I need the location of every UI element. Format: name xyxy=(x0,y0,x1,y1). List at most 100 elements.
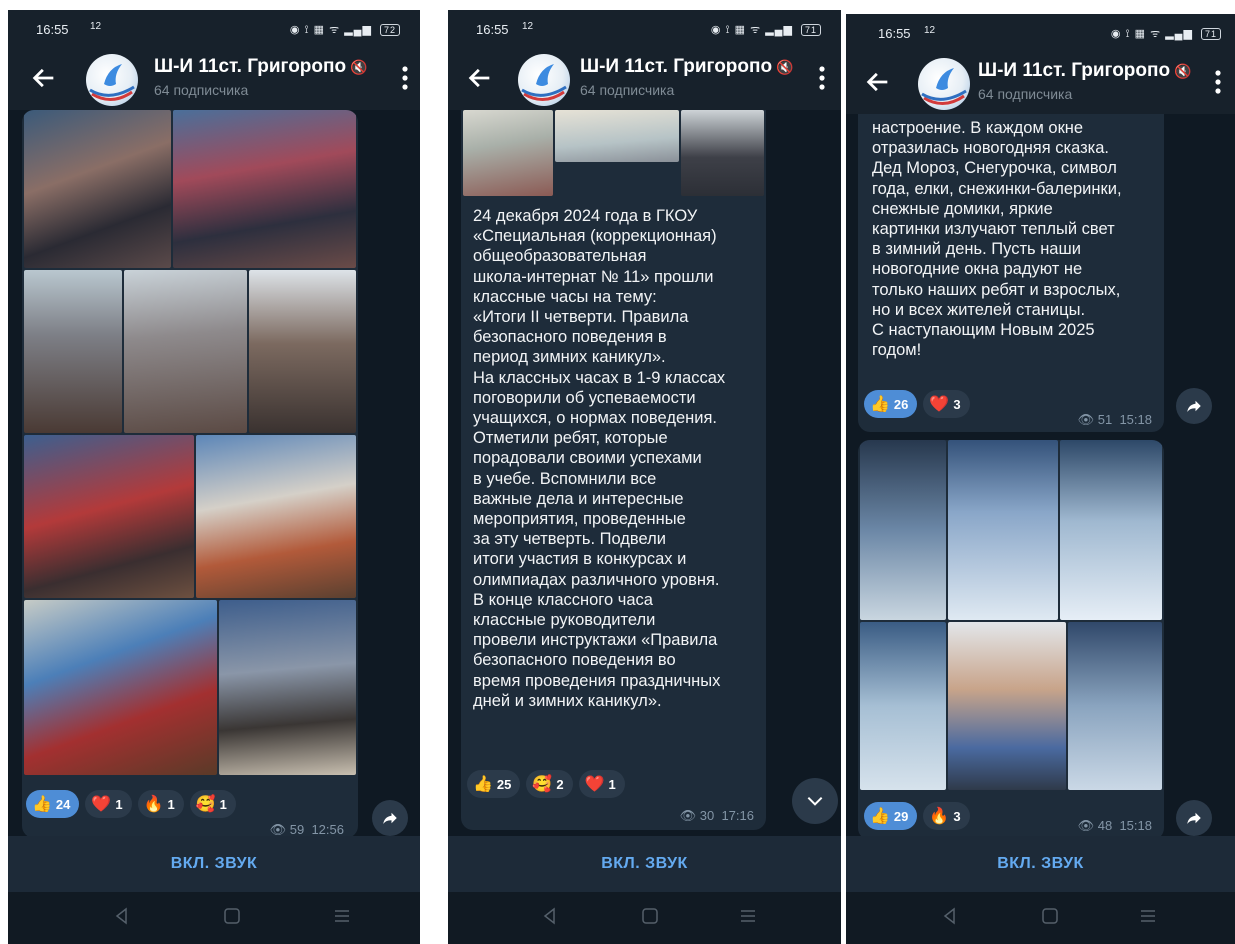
subscriber-count: 64 подписчика xyxy=(580,82,675,98)
reaction-count: 3 xyxy=(953,396,961,412)
thumbs-up-icon: 👍 xyxy=(473,776,493,793)
photo[interactable] xyxy=(948,622,1066,790)
post-meta: 👁 51 15:18 xyxy=(1078,412,1152,428)
reaction-thumbs-up[interactable]: 👍 29 xyxy=(864,802,918,830)
nav-back-icon[interactable] xyxy=(540,906,560,926)
channel-avatar[interactable] xyxy=(86,54,138,106)
nav-home-icon[interactable] xyxy=(640,906,660,926)
enable-sound-button[interactable]: ВКЛ. ЗВУК xyxy=(601,855,688,873)
view-count: 51 xyxy=(1097,412,1113,427)
sound-bar: ВКЛ. ЗВУК xyxy=(448,836,841,892)
views-icon: 👁 xyxy=(1077,412,1095,427)
nav-home-icon[interactable] xyxy=(1040,906,1060,926)
more-menu-icon[interactable] xyxy=(396,62,414,94)
photo[interactable] xyxy=(463,110,553,196)
message-feed[interactable]: 24 декабря 2024 года в ГКОУ «Специальная… xyxy=(448,110,841,836)
share-arrow-icon xyxy=(1187,812,1201,824)
channel-title[interactable]: Ш-И 11ст. Григоропо 🔇 xyxy=(154,56,368,78)
phone-screen-1: 16:55 12 ◉ ⟟ ▦ ᯤ ▂▄▆ 72 Ш-И 11ст. Григор… xyxy=(8,10,420,944)
photo[interactable] xyxy=(681,110,764,196)
photo[interactable] xyxy=(24,110,171,268)
nav-menu-icon[interactable] xyxy=(1138,906,1158,926)
nav-menu-icon[interactable] xyxy=(332,906,352,926)
views-icon: 👁 xyxy=(1077,818,1095,833)
photo[interactable] xyxy=(219,600,356,775)
post-time: 17:16 xyxy=(721,808,754,823)
reaction-fire[interactable]: 🔥 3 xyxy=(923,802,970,830)
heart-icon: ❤️ xyxy=(929,396,950,413)
status-temp: 12 xyxy=(924,25,936,36)
muted-icon: 🔇 xyxy=(776,59,794,75)
reaction-thumbs-up[interactable]: 👍 26 xyxy=(864,390,918,418)
reaction-fire[interactable]: 🔥 1 xyxy=(137,790,184,818)
reactions-bar: 👍 24 ❤️ 1 🔥 1 🥰 1 xyxy=(26,790,236,818)
reaction-heart[interactable]: ❤️ 1 xyxy=(578,770,625,798)
enable-sound-button[interactable]: ВКЛ. ЗВУК xyxy=(171,855,258,873)
post-text: настроение. В каждом окне отразилась нов… xyxy=(872,119,1122,360)
nav-back-icon[interactable] xyxy=(112,906,132,926)
photo[interactable] xyxy=(860,440,946,620)
fire-icon: 🔥 xyxy=(929,808,950,825)
back-arrow-icon[interactable] xyxy=(864,68,892,96)
photo[interactable] xyxy=(1068,622,1162,790)
photo[interactable] xyxy=(1060,440,1162,620)
photo-album-post: 👍 24 ❤️ 1 🔥 1 🥰 1 👁 59 12:56 xyxy=(22,110,358,836)
reaction-love[interactable]: 🥰 2 xyxy=(526,770,573,798)
status-bar: 16:55 12 ◉ ⟟ ▦ ᯤ ▂▄▆ 71 xyxy=(448,10,841,50)
photo[interactable] xyxy=(948,440,1058,620)
post-time: 15:18 xyxy=(1119,818,1152,833)
nav-menu-icon[interactable] xyxy=(738,906,758,926)
photo[interactable] xyxy=(860,622,946,790)
thumbs-up-icon: 👍 xyxy=(32,796,52,813)
post-meta: 👁 30 17:16 xyxy=(680,808,754,824)
channel-name: Ш-И 11ст. Григоропо xyxy=(580,56,773,77)
scroll-down-button[interactable] xyxy=(792,778,838,824)
status-icons: ◉ ⟟ ▦ ᯤ ▂▄▆ 71 xyxy=(711,22,821,37)
photo[interactable] xyxy=(196,435,356,598)
back-arrow-icon[interactable] xyxy=(466,64,494,92)
photo[interactable] xyxy=(24,435,194,598)
reaction-thumbs-up[interactable]: 👍 24 xyxy=(26,790,80,818)
system-nav-bar xyxy=(448,892,841,944)
status-icons: ◉ ⟟ ▦ ᯤ ▂▄▆ 72 xyxy=(290,22,400,37)
channel-title[interactable]: Ш-И 11ст. Григоропо 🔇 xyxy=(978,60,1192,82)
reaction-thumbs-up[interactable]: 👍 25 xyxy=(467,770,521,798)
share-button[interactable] xyxy=(1176,388,1212,424)
channel-name: Ш-И 11ст. Григоропо xyxy=(154,56,347,77)
reaction-count: 26 xyxy=(893,396,909,412)
more-menu-icon[interactable] xyxy=(813,62,831,94)
post-text: 24 декабря 2024 года в ГКОУ «Специальная… xyxy=(473,207,726,710)
enable-sound-button[interactable]: ВКЛ. ЗВУК xyxy=(997,855,1084,873)
reactions-bar: 👍 29 🔥 3 xyxy=(864,802,970,830)
reaction-heart[interactable]: ❤️ 1 xyxy=(85,790,132,818)
photo[interactable] xyxy=(124,270,247,433)
photo[interactable] xyxy=(24,270,122,433)
reaction-count: 3 xyxy=(953,808,961,824)
channel-avatar[interactable] xyxy=(518,54,570,106)
muted-icon: 🔇 xyxy=(350,59,368,75)
reaction-love[interactable]: 🥰 1 xyxy=(189,790,236,818)
chat-header: Ш-И 11ст. Григоропо 🔇 64 подписчика xyxy=(846,52,1235,114)
photo[interactable] xyxy=(24,600,217,775)
sound-bar: ВКЛ. ЗВУК xyxy=(8,836,420,892)
reaction-count: 2 xyxy=(556,776,564,792)
battery-icon: 72 xyxy=(379,24,400,36)
back-arrow-icon[interactable] xyxy=(30,64,58,92)
more-menu-icon[interactable] xyxy=(1209,66,1227,98)
channel-title[interactable]: Ш-И 11ст. Григоропо 🔇 xyxy=(580,56,794,78)
share-button[interactable] xyxy=(1176,800,1212,836)
reaction-heart[interactable]: ❤️ 3 xyxy=(923,390,970,418)
chevron-down-icon xyxy=(807,796,823,806)
heart-icon: ❤️ xyxy=(91,796,112,813)
status-bar: 16:55 12 ◉ ⟟ ▦ ᯤ ▂▄▆ 72 xyxy=(8,10,420,50)
photo[interactable] xyxy=(173,110,356,268)
nav-home-icon[interactable] xyxy=(222,906,242,926)
nav-back-icon[interactable] xyxy=(940,906,960,926)
post-time: 15:18 xyxy=(1119,412,1152,427)
share-button[interactable] xyxy=(372,800,408,836)
message-feed[interactable]: настроение. В каждом окне отразилась нов… xyxy=(846,114,1235,836)
photo[interactable] xyxy=(555,110,679,162)
message-feed[interactable]: 👍 24 ❤️ 1 🔥 1 🥰 1 👁 59 12:56 xyxy=(8,110,420,836)
photo[interactable] xyxy=(249,270,356,433)
channel-avatar[interactable] xyxy=(918,58,970,110)
